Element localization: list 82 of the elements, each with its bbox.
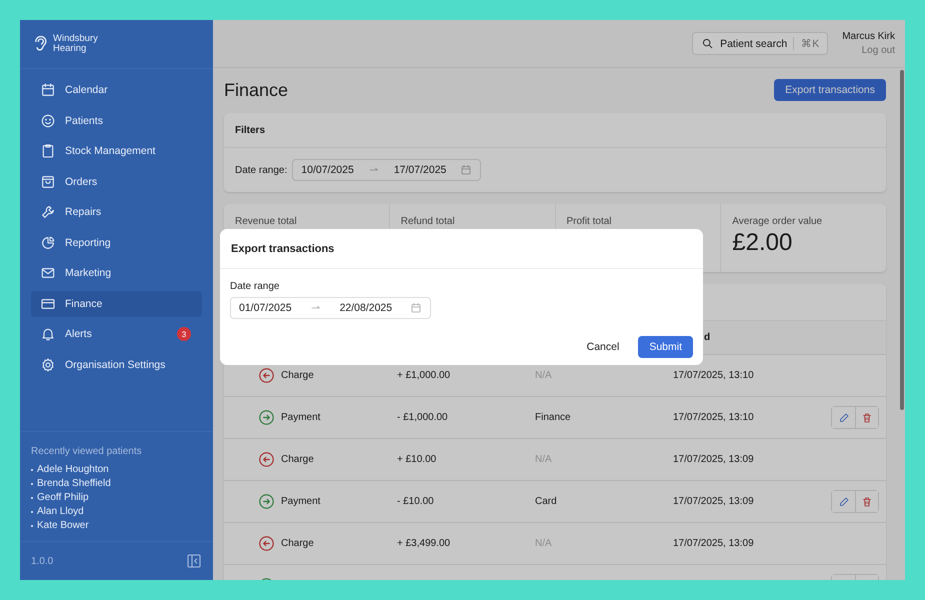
wrench-icon: [40, 204, 56, 220]
table-cell: N/A: [535, 370, 552, 381]
table-cell: 17/07/2025, 13:09: [673, 454, 754, 465]
section-heading: Recently viewed patients: [31, 446, 143, 457]
calendar-icon: [40, 82, 56, 98]
settings-icon: [40, 356, 56, 373]
version-label: 1.0.0: [31, 556, 54, 566]
column-header: d: [703, 332, 712, 343]
table-cell: 17/07/2025, 13:09: [673, 496, 754, 507]
stat-label: Refund total: [400, 216, 456, 227]
collapse-sidebar-icon[interactable]: [186, 553, 202, 569]
search-button[interactable]: Patient search ⌘K: [692, 32, 828, 55]
clipboard-icon: [40, 143, 56, 160]
search-icon: [701, 37, 714, 50]
patient-link[interactable]: Kate Bower: [37, 520, 89, 531]
table-cell: + £3,499.00: [397, 538, 450, 549]
table-cell: Payment: [281, 496, 320, 507]
nav-item[interactable]: Calendar: [31, 77, 202, 104]
dialog-title: Export transactions: [220, 229, 703, 269]
count-badge: 3: [177, 327, 191, 342]
date-range-field[interactable]: 10/07/2025 17/07/2025: [292, 159, 482, 181]
nav-item[interactable]: Orders: [31, 168, 202, 195]
table-cell: N/A: [535, 538, 552, 549]
bag-icon: [40, 174, 56, 190]
nav-item[interactable]: Marketing: [31, 260, 202, 286]
calendar-icon: [460, 164, 472, 176]
delete-button[interactable]: [855, 491, 878, 512]
bell-icon: [40, 326, 56, 342]
logo-text: Windsbury Hearing: [53, 34, 98, 54]
table-cell: Charge: [281, 370, 314, 381]
card-title: Filters: [224, 113, 886, 148]
table-cell: Charge: [281, 454, 314, 465]
export-button[interactable]: Export transactions: [774, 79, 886, 101]
arrow-left-circle-icon: [258, 535, 275, 552]
trash-icon: [861, 496, 873, 508]
pie-chart-icon: [40, 234, 56, 251]
logout-link[interactable]: Log out: [842, 44, 895, 58]
arrow-right-circle-icon: [258, 409, 275, 426]
field-label: Date range: [230, 281, 280, 292]
table-cell: Card: [535, 496, 557, 507]
nav-item[interactable]: Stock Management: [31, 138, 202, 164]
patient-link[interactable]: Adele Houghton: [37, 464, 109, 475]
table-cell: - £1,000.00: [397, 412, 448, 423]
patient-link[interactable]: Brenda Sheffield: [37, 478, 111, 489]
arrow-left-circle-icon: [258, 367, 275, 384]
submit-button[interactable]: Submit: [638, 336, 693, 358]
patient-link[interactable]: Alan Lloyd: [37, 506, 84, 517]
pencil-icon: [838, 412, 850, 424]
trash-icon: [861, 412, 873, 424]
table-cell: + £10.00: [397, 454, 436, 465]
nav-item[interactable]: Patients: [31, 108, 202, 134]
nav-item[interactable]: Organisation Settings: [31, 352, 202, 378]
nav-item[interactable]: Alerts 3: [31, 321, 202, 348]
smiley-icon: [40, 112, 56, 129]
table-cell: Charge: [281, 538, 314, 549]
arrow-right-circle-icon: [258, 493, 275, 510]
table-cell: 17/07/2025, 13:09: [673, 538, 754, 549]
pencil-icon: [838, 496, 850, 508]
table-cell: Payment: [281, 412, 320, 423]
scrollbar[interactable]: [900, 70, 904, 410]
nav-item[interactable]: Reporting: [31, 230, 202, 256]
table-cell: N/A: [535, 454, 552, 465]
table-cell: 17/07/2025, 13:10: [673, 412, 754, 423]
stat-label: Profit total: [566, 216, 613, 227]
nav-item[interactable]: Finance: [31, 290, 202, 317]
field-label: Date range:: [235, 164, 288, 176]
delete-button[interactable]: [855, 407, 878, 428]
nav-item[interactable]: Repairs: [31, 199, 202, 226]
date-range-field[interactable]: 01/07/2025 22/08/2025: [230, 297, 432, 319]
stat-value: £2.00: [732, 229, 794, 257]
patient-link[interactable]: Geoff Philip: [37, 492, 89, 503]
shortcut-hint: ⌘K: [793, 37, 820, 50]
user-name: Marcus Kirk: [842, 30, 895, 44]
table-cell: + £1,000.00: [397, 370, 450, 381]
table-cell: Finance: [535, 412, 571, 423]
stat-label: Average order value: [732, 216, 824, 227]
table-cell: - £10.00: [397, 496, 434, 507]
stat-label: Revenue total: [235, 216, 298, 227]
page-title: Finance: [224, 80, 288, 100]
table-cell: 17/07/2025, 13:10: [673, 370, 754, 381]
calendar-icon: [410, 302, 422, 314]
arrow-left-circle-icon: [258, 451, 275, 468]
